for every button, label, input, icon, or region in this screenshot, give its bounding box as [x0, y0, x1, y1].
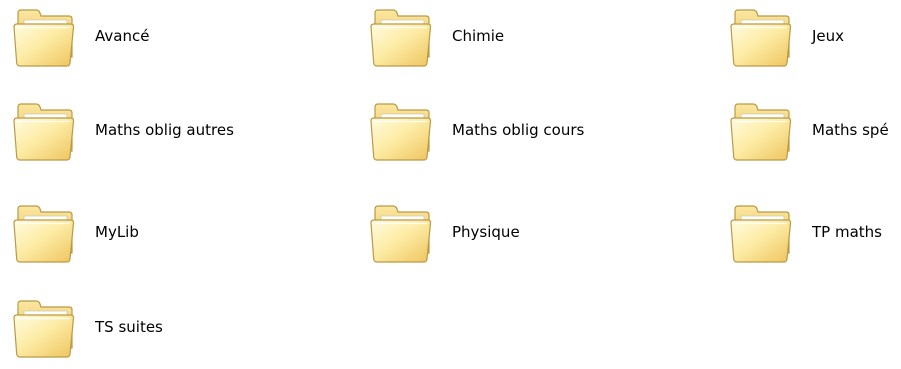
folder-icon [12, 7, 78, 69]
folder-view: Avancé Chimie Jeux Maths oblig autres Ma… [0, 0, 901, 369]
folder-label: Jeux [812, 27, 845, 45]
folder-label: Chimie [452, 27, 505, 45]
folder-label: Maths spé [812, 121, 889, 139]
folder-item-maths-oblig-autres[interactable]: Maths oblig autres [12, 101, 312, 167]
folder-icon [729, 203, 795, 265]
folder-item-physique[interactable]: Physique [369, 203, 669, 269]
folder-label: Maths oblig cours [452, 121, 585, 139]
folder-icon [12, 101, 78, 163]
folder-item-ts-suites[interactable]: TS suites [12, 298, 312, 364]
folder-icon [369, 7, 435, 69]
folder-item-chimie[interactable]: Chimie [369, 7, 669, 73]
folder-item-jeux[interactable]: Jeux [729, 7, 901, 73]
folder-item-mylib[interactable]: MyLib [12, 203, 312, 269]
folder-icon [369, 203, 435, 265]
folder-icon [12, 298, 78, 360]
folder-label: Maths oblig autres [95, 121, 234, 139]
folder-icon [12, 203, 78, 265]
folder-icon [369, 101, 435, 163]
folder-icon [729, 7, 795, 69]
folder-icon [729, 101, 795, 163]
folder-item-tp-maths[interactable]: TP maths [729, 203, 901, 269]
folder-item-maths-spe[interactable]: Maths spé [729, 101, 901, 167]
folder-label: TS suites [95, 318, 163, 336]
folder-label: Avancé [95, 27, 150, 45]
folder-item-maths-oblig-cours[interactable]: Maths oblig cours [369, 101, 669, 167]
folder-label: TP maths [812, 223, 882, 241]
folder-item-avance[interactable]: Avancé [12, 7, 312, 73]
folder-label: Physique [452, 223, 520, 241]
folder-label: MyLib [95, 223, 139, 241]
